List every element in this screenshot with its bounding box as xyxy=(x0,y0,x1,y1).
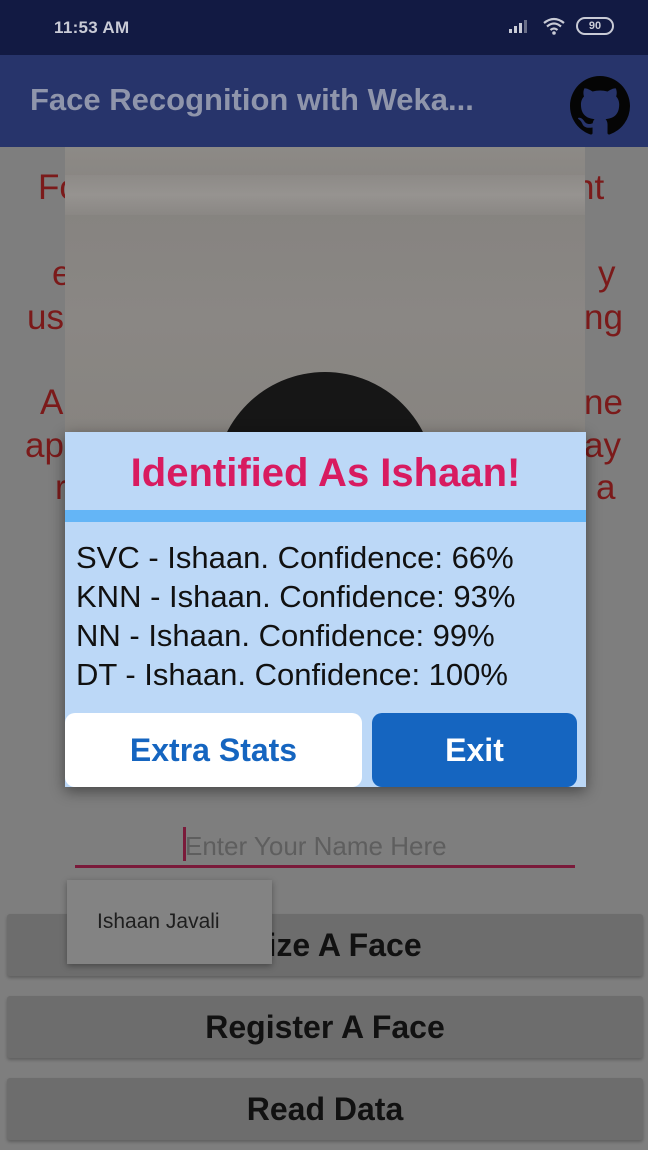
app-title: Face Recognition with Weka... xyxy=(30,82,474,117)
dialog-title: Identified As Ishaan! xyxy=(130,451,521,495)
classifier-results: SVC - Ishaan. Confidence: 66% KNN - Isha… xyxy=(76,538,515,694)
dialog-divider xyxy=(65,510,586,522)
battery-icon: 90 xyxy=(576,17,614,35)
description-fragment: ng xyxy=(584,298,623,337)
result-dialog: Identified As Ishaan! SVC - Ishaan. Conf… xyxy=(65,432,586,787)
read-data-button[interactable]: Read Data xyxy=(7,1078,643,1140)
wifi-icon xyxy=(543,17,565,35)
name-input[interactable]: Enter Your Name Here xyxy=(75,827,575,868)
autocomplete-suggestion[interactable]: Ishaan Javali xyxy=(97,910,220,934)
description-fragment: ne xyxy=(584,383,623,422)
description-fragment: us xyxy=(27,298,64,337)
result-svc: SVC - Ishaan. Confidence: 66% xyxy=(76,540,514,575)
status-bar: 11:53 AM 90 xyxy=(0,0,648,55)
result-nn: NN - Ishaan. Confidence: 99% xyxy=(76,618,495,653)
github-icon[interactable] xyxy=(570,76,630,136)
description-fragment: ap xyxy=(25,426,64,465)
status-icons: 90 xyxy=(508,17,614,35)
extra-stats-button[interactable]: Extra Stats xyxy=(65,713,362,787)
description-fragment: ay xyxy=(584,426,621,465)
camera-preview xyxy=(65,147,585,492)
result-knn: KNN - Ishaan. Confidence: 93% xyxy=(76,579,516,614)
description-fragment: y xyxy=(598,254,616,293)
register-face-button[interactable]: Register A Face xyxy=(7,996,643,1058)
exit-button[interactable]: Exit xyxy=(372,713,577,787)
result-dt: DT - Ishaan. Confidence: 100% xyxy=(76,657,508,692)
description-fragment: a xyxy=(596,468,616,507)
name-input-placeholder: Enter Your Name Here xyxy=(185,831,447,861)
signal-icon xyxy=(509,20,527,33)
wall-stripe xyxy=(65,175,585,215)
status-time: 11:53 AM xyxy=(54,18,130,37)
autocomplete-dropdown[interactable]: Ishaan Javali xyxy=(67,880,272,964)
description-fragment: A xyxy=(40,383,64,422)
app-bar: Face Recognition with Weka... xyxy=(0,55,648,147)
